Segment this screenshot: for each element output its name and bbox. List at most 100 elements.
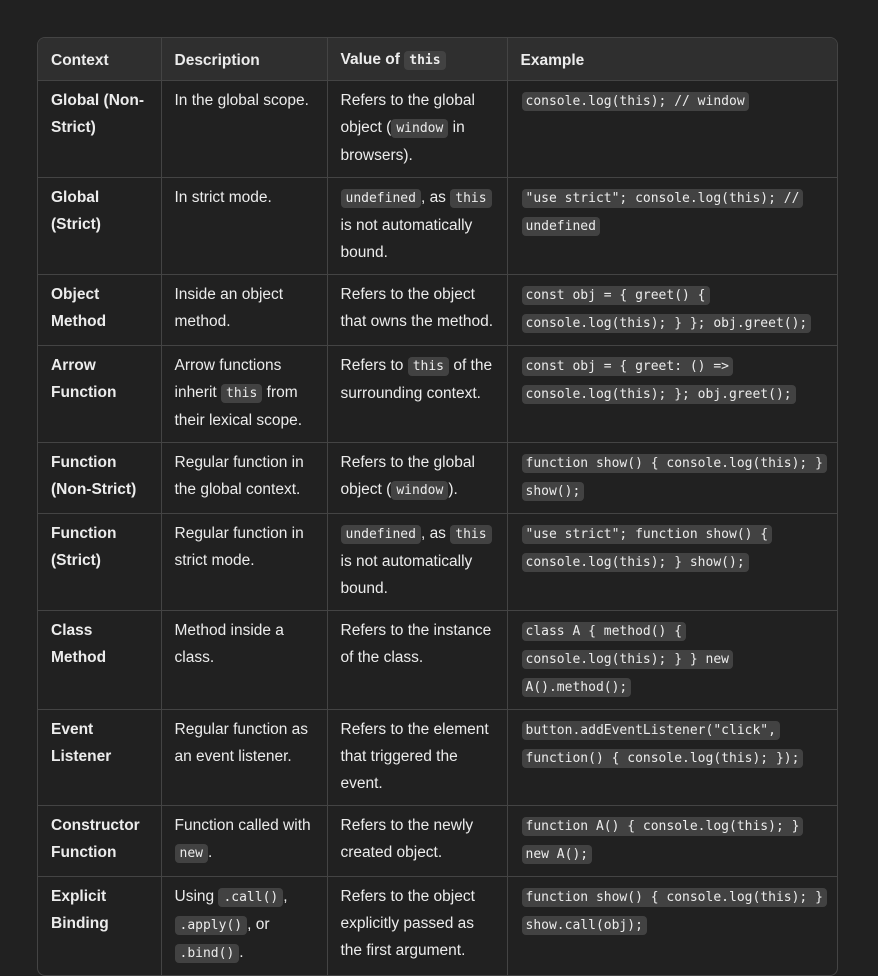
example-cell: console.log(this); // window (507, 80, 837, 178)
cell-text: Function called with (174, 817, 311, 834)
cell-text: , or (247, 916, 270, 933)
value-cell: Refers to the newly created object. (327, 805, 508, 877)
example-code: function A() { console.log(this); } new … (521, 817, 804, 864)
header-value-prefix: Value of (340, 51, 405, 68)
cell-text: . (207, 844, 213, 861)
description-cell: Regular function in the global context. (161, 442, 328, 514)
cell-text: Using (174, 888, 219, 905)
example-code: "use strict"; console.log(this); // unde… (521, 189, 804, 236)
header-value-of-this: Value of this (327, 38, 508, 81)
inline-code: .bind() (174, 944, 240, 963)
inline-code: this (221, 384, 263, 403)
table-header-row: Context Description Value of this Exampl… (38, 38, 837, 81)
example-code: const obj = { greet() { console.log(this… (521, 286, 812, 333)
cell-text: Method inside a class. (174, 622, 284, 666)
cell-text: , as (420, 189, 451, 206)
example-code: function show() { console.log(this); } s… (521, 454, 827, 501)
example-cell: "use strict"; console.log(this); // unde… (507, 177, 837, 275)
header-description: Description (161, 38, 328, 81)
description-cell: Using .call(), .apply(), or .bind(). (161, 876, 328, 975)
description-cell: In strict mode. (161, 177, 328, 275)
table-row: Function (Strict) Regular function in str… (38, 513, 837, 611)
inline-code: undefined (340, 189, 421, 208)
context-cell: Object Method (38, 274, 162, 346)
table-row: Function (Non-Strict) Regular function in… (38, 442, 837, 514)
description-cell: Regular function in strict mode. (161, 513, 328, 611)
example-cell: button.addEventListener("click", functio… (507, 709, 837, 806)
context-cell: Global (Strict) (38, 177, 162, 275)
cell-text: is not automatically bound. (340, 217, 473, 261)
context-cell: Function (Non-Strict) (38, 442, 162, 514)
header-example: Example (507, 38, 837, 81)
context-cell: Explicit Binding (38, 876, 162, 975)
example-code: "use strict"; function show() { console.… (521, 525, 773, 572)
cell-text: ). (448, 481, 458, 498)
context-cell: Arrow Function (38, 345, 162, 443)
value-cell: Refers to the object that owns the metho… (327, 274, 508, 346)
description-cell: In the global scope. (161, 80, 328, 178)
cell-text: Refers to the object explicitly passed a… (340, 888, 475, 959)
header-value-code: this (404, 51, 446, 70)
cell-text: , (283, 888, 288, 905)
context-cell: Function (Strict) (38, 513, 162, 611)
value-cell: Refers to the instance of the class. (327, 610, 508, 710)
example-cell: const obj = { greet() { console.log(this… (507, 274, 837, 346)
context-cell: Event Listener (38, 709, 162, 806)
cell-text: . (239, 944, 244, 961)
inline-code: .call() (218, 888, 284, 907)
cell-text: Inside an object method. (174, 286, 284, 330)
value-cell: Refers to this of the surrounding contex… (327, 345, 508, 443)
context-cell: Global (Non-Strict) (38, 80, 162, 178)
value-cell: undefined, as this is not automatically … (327, 177, 508, 275)
description-cell: Function called with new. (161, 805, 328, 877)
header-context: Context (38, 38, 162, 81)
inline-code: window (391, 481, 449, 500)
cell-text: is not automatically bound. (340, 553, 473, 597)
description-cell: Regular function as an event listener. (161, 709, 328, 806)
table-body: Global (Non-Strict) In the global scope. R… (38, 80, 837, 976)
table-row: Class Method Method inside a class. Refers… (38, 610, 837, 710)
cell-text: , as (420, 525, 451, 542)
inline-code: .apply() (174, 916, 248, 935)
example-code: console.log(this); // window (521, 92, 749, 111)
example-code: const obj = { greet: () => console.log(t… (521, 357, 796, 404)
cell-text: Regular function as an event listener. (174, 721, 309, 765)
example-code: class A { method() { console.log(this); … (521, 622, 733, 697)
example-cell: function show() { console.log(this); } s… (507, 877, 837, 976)
example-cell: "use strict"; function show() { console.… (507, 513, 837, 611)
example-cell: const obj = { greet: () => console.log(t… (507, 345, 837, 443)
value-cell: Refers to the global object (window). (327, 442, 508, 514)
cell-text: Regular function in the global context. (174, 454, 304, 498)
value-cell: Refers to the element that triggered the… (327, 709, 508, 806)
table-row: Arrow Function Arrow functions inherit th… (38, 345, 837, 443)
example-cell: function A() { console.log(this); } new … (507, 805, 837, 877)
value-cell: Refers to the object explicitly passed a… (327, 876, 508, 975)
cell-text: Refers to the object that owns the metho… (340, 286, 494, 330)
table-row: Global (Strict) In strict mode. undefined,… (38, 177, 837, 275)
example-code: button.addEventListener("click", functio… (521, 721, 804, 768)
cell-text: In the global scope. (174, 92, 309, 109)
cell-text: Refers to (340, 357, 408, 374)
cell-text: Refers to the instance of the class. (340, 622, 492, 666)
inline-code: this (450, 525, 492, 544)
value-cell: undefined, as this is not automatically … (327, 513, 508, 611)
inline-code: this (450, 189, 492, 208)
cell-text: In strict mode. (174, 189, 272, 206)
inline-code: undefined (340, 525, 421, 544)
cell-text: Refers to the element that triggered the… (340, 721, 489, 792)
example-cell: function show() { console.log(this); } s… (507, 442, 837, 514)
description-cell: Method inside a class. (161, 610, 328, 710)
table-row: Object Method Inside an object method. Ref… (38, 274, 837, 346)
example-code: function show() { console.log(this); } s… (521, 888, 827, 935)
value-cell: Refers to the global object (window in b… (327, 80, 508, 178)
cell-text: Refers to the newly created object. (340, 817, 474, 861)
table-row: Constructor Function Function called with… (38, 805, 837, 877)
inline-code: this (407, 357, 450, 376)
context-cell: Constructor Function (38, 805, 162, 877)
inline-code: new (174, 844, 208, 863)
table-row: Event Listener Regular function as an eve… (38, 709, 837, 806)
table-row: Explicit Binding Using .call(), .apply(),… (38, 876, 837, 976)
description-cell: Arrow functions inherit this from their … (161, 345, 328, 443)
this-context-table: Context Description Value of this Exampl… (38, 38, 837, 975)
inline-code: window (391, 119, 449, 138)
